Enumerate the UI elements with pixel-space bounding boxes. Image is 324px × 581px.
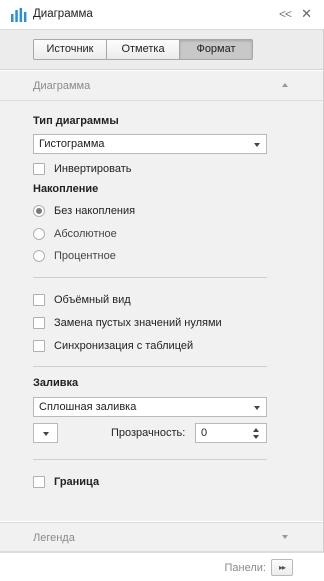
- checkbox-box[interactable]: [33, 317, 45, 329]
- window-title: Диаграмма: [33, 8, 93, 20]
- checkbox-box[interactable]: [33, 340, 45, 352]
- tab-group: Источник Отметка Формат: [33, 39, 253, 60]
- radio-label: Без накопления: [54, 205, 136, 217]
- panels-footer: Панели: ▸▸: [0, 552, 324, 581]
- radio-absolute[interactable]: Абсолютное: [33, 226, 117, 242]
- 3d-view-label: Объёмный вид: [54, 294, 131, 306]
- chevron-down-icon: [254, 406, 260, 410]
- stepper-down-icon[interactable]: [253, 435, 259, 439]
- invert-label: Инвертировать: [54, 163, 132, 175]
- section-divider: [33, 277, 267, 278]
- checkbox-box[interactable]: [33, 163, 45, 175]
- chevron-down-icon: [254, 143, 260, 147]
- radio-label: Процентное: [54, 250, 116, 262]
- diagram-section-title: Диаграмма: [33, 80, 91, 92]
- fill-type-value: Сплошная заливка: [39, 401, 137, 413]
- transparency-value: 0: [201, 427, 208, 439]
- diagram-section-header[interactable]: Диаграмма: [0, 71, 324, 101]
- fill-color-picker[interactable]: [33, 423, 58, 443]
- radio-button[interactable]: [33, 250, 45, 262]
- tab-source[interactable]: Источник: [33, 39, 107, 60]
- fill-type-select[interactable]: Сплошная заливка: [33, 397, 267, 417]
- sync-table-label: Синхронизация с таблицей: [54, 340, 194, 352]
- replace-empty-label: Замена пустых значений нулями: [54, 317, 222, 329]
- diagram-section-content: Тип диаграммы Гистограмма Инвертировать …: [0, 101, 324, 521]
- chevron-down-icon: [282, 535, 288, 539]
- radio-button[interactable]: [33, 228, 45, 240]
- 3d-view-checkbox[interactable]: Объёмный вид: [33, 292, 131, 308]
- invert-checkbox[interactable]: Инвертировать: [33, 161, 131, 177]
- tabs-bar: Источник Отметка Формат: [0, 30, 324, 70]
- legend-section-header[interactable]: Легенда: [0, 522, 324, 552]
- chart-type-select[interactable]: Гистограмма: [33, 134, 267, 154]
- tab-marker[interactable]: Отметка: [107, 39, 180, 60]
- stacking-label: Накопление: [33, 183, 99, 195]
- section-divider: [33, 366, 267, 367]
- chevron-up-icon: [282, 83, 288, 87]
- transparency-label: Прозрачность:: [111, 427, 186, 439]
- stepper-up-icon[interactable]: [253, 428, 259, 432]
- border-label: Граница: [54, 476, 100, 488]
- chart-type-label: Тип диаграммы: [33, 115, 119, 127]
- radio-label: Абсолютное: [54, 228, 117, 240]
- panels-toggle-button[interactable]: ▸▸: [271, 559, 293, 576]
- legend-section-title: Легенда: [33, 532, 75, 544]
- radio-percent[interactable]: Процентное: [33, 248, 116, 264]
- transparency-stepper[interactable]: 0: [195, 423, 267, 443]
- panels-label: Панели:: [224, 562, 266, 574]
- border-checkbox[interactable]: Граница: [33, 474, 99, 490]
- bar-chart-icon: [11, 8, 27, 22]
- radio-no-stacking[interactable]: Без накопления: [33, 203, 135, 219]
- close-icon[interactable]: ✕: [301, 6, 312, 22]
- sync-table-checkbox[interactable]: Синхронизация с таблицей: [33, 338, 193, 354]
- radio-button[interactable]: [33, 205, 45, 217]
- chevron-down-icon: [43, 432, 49, 436]
- tab-format[interactable]: Формат: [180, 39, 253, 60]
- checkbox-box[interactable]: [33, 476, 45, 488]
- window-titlebar: Диаграмма << ✕: [0, 0, 324, 30]
- chart-type-value: Гистограмма: [39, 138, 105, 150]
- collapse-panel-button[interactable]: <<: [279, 7, 292, 21]
- checkbox-box[interactable]: [33, 294, 45, 306]
- section-divider: [33, 459, 267, 460]
- replace-empty-checkbox[interactable]: Замена пустых значений нулями: [33, 315, 222, 331]
- fill-label: Заливка: [33, 377, 79, 389]
